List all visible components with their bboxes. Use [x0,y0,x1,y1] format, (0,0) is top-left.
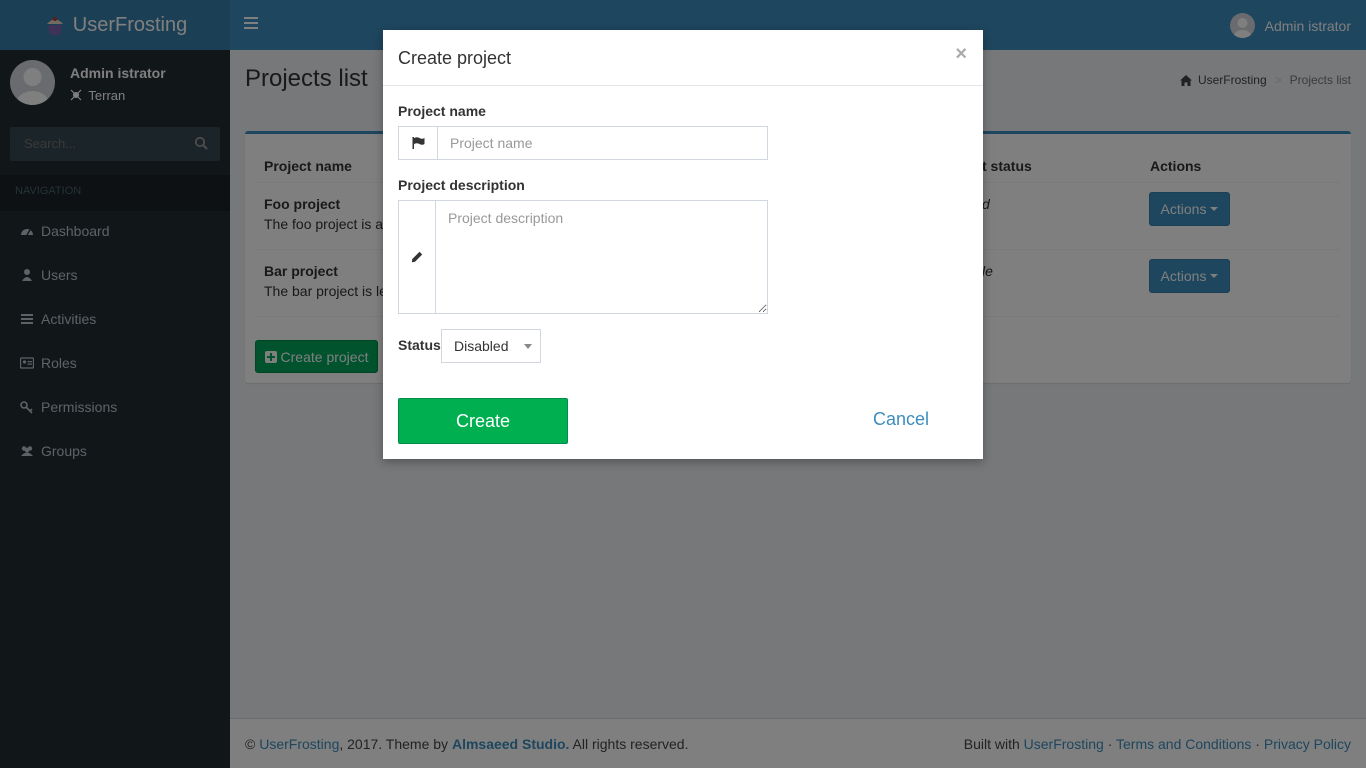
status-select-value: Disabled [454,338,509,354]
project-name-group [398,126,768,160]
modal-title: Create project [398,48,512,68]
flag-icon-addon [399,127,438,159]
project-name-input[interactable] [438,127,767,159]
project-description-group [398,200,768,314]
project-description-textarea[interactable] [436,201,767,313]
create-button[interactable]: Create [398,398,568,444]
project-description-label: Project description [398,177,525,193]
status-select[interactable]: Disabled [441,329,541,363]
create-project-modal: Create project × Project name Project de… [383,30,983,459]
modal-header: Create project × [383,30,983,86]
pencil-icon [411,251,423,263]
flag-icon [412,137,424,149]
close-icon[interactable]: × [955,43,967,66]
caret-down-icon [524,344,532,349]
status-label: Status [398,337,441,353]
pencil-icon-addon [399,201,436,313]
cancel-button[interactable]: Cancel [873,409,929,430]
project-name-label: Project name [398,103,486,119]
